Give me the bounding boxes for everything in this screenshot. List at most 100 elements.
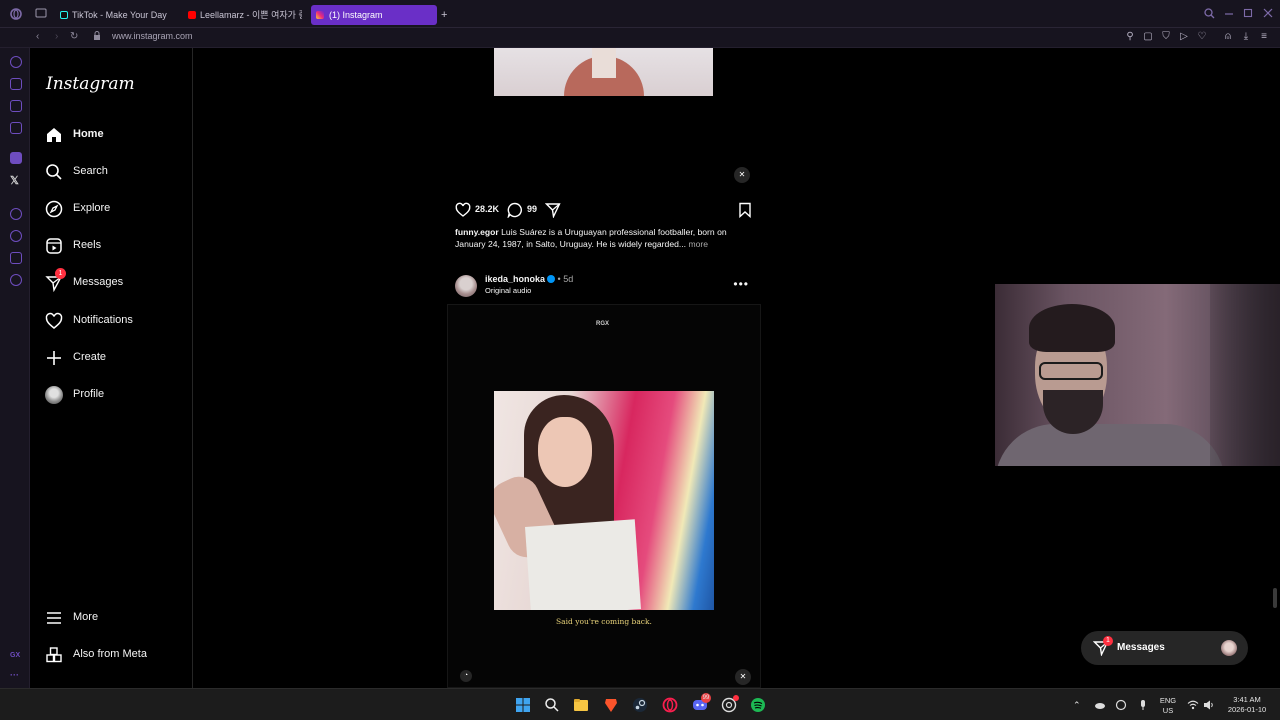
nav-home[interactable]: Home (45, 124, 185, 148)
tray-overflow-icon[interactable]: ⌃ (1073, 700, 1081, 710)
minimize-icon[interactable] (1224, 8, 1234, 21)
gx-logo-icon: GX (10, 652, 21, 659)
gx-control-icon[interactable] (10, 56, 22, 68)
taskbar: 99 ⌃ ENG US 3:41 AM 2026-01-10 (0, 688, 1280, 720)
nav-reels[interactable]: Reels (45, 235, 185, 259)
search-tabs-icon[interactable] (1204, 8, 1215, 22)
compass-icon (45, 200, 63, 218)
reload-icon[interactable]: ↻ (70, 31, 78, 42)
post-reel[interactable]: RGX Said you're coming back. ◔ ✕ (447, 304, 761, 688)
menu-icon[interactable]: ≡ (1258, 31, 1270, 43)
brave-icon[interactable] (603, 697, 619, 713)
post-options-icon[interactable]: ••• (733, 277, 749, 291)
settings-icon[interactable] (10, 274, 22, 286)
post-video[interactable]: ✕ (447, 48, 761, 192)
twitch-icon[interactable] (10, 152, 22, 164)
new-tab-button[interactable]: + (438, 5, 456, 25)
webcam-detail (1039, 362, 1103, 380)
tab-tiktok[interactable]: TikTok - Make Your Day (58, 5, 180, 25)
x-twitter-icon[interactable]: 𝕏 (10, 174, 19, 187)
maximize-icon[interactable] (1243, 8, 1253, 21)
download-icon[interactable]: ⤓ (1240, 31, 1252, 43)
comment-count[interactable]: 99 (527, 204, 537, 214)
youtube-icon (188, 11, 196, 19)
caption-more-link[interactable]: more (688, 239, 708, 249)
plus-icon (47, 351, 61, 365)
wifi-icon[interactable] (1187, 699, 1199, 711)
mute-icon[interactable]: ✕ (735, 669, 751, 685)
gx-mail-icon[interactable] (10, 122, 22, 134)
steam-icon[interactable] (632, 697, 648, 713)
instagram-logo[interactable]: Instagram (46, 74, 135, 94)
history-icon[interactable] (10, 230, 22, 242)
tab-instagram[interactable]: (1) Instagram (311, 5, 437, 25)
tab-workspace-icon[interactable] (35, 8, 47, 21)
play-icon[interactable]: ▷ (1178, 31, 1190, 43)
nav-notifications[interactable]: Notifications (45, 310, 185, 334)
windows-start-icon[interactable] (515, 697, 531, 713)
url-field[interactable]: www.instagram.com (112, 31, 193, 41)
reel-frame (494, 391, 714, 610)
messages-popup-button[interactable]: 1 Messages (1081, 631, 1248, 665)
caption-username[interactable]: funny.egor (455, 227, 499, 237)
messages-badge: 1 (55, 268, 66, 279)
forward-icon[interactable]: › (55, 31, 58, 42)
extensions-icon[interactable] (10, 252, 22, 264)
spotify-icon[interactable] (750, 697, 766, 713)
tab-youtube[interactable]: Leellamarz - 이쁜 여자가 좋아 (186, 5, 302, 25)
gx-player-icon[interactable] (10, 100, 22, 112)
discord-badge: 99 (701, 693, 711, 703)
tiktok-icon (60, 11, 68, 19)
nav-more[interactable]: More (45, 607, 185, 631)
bookmark-heart-icon[interactable]: ♡ (1196, 31, 1208, 43)
sidebar-more-icon[interactable]: ··· (10, 670, 19, 680)
share-icon[interactable] (545, 202, 561, 218)
opera-sidebar: 𝕏 GX ··· (0, 48, 30, 688)
pin-icon[interactable]: ⚲ (1124, 31, 1136, 43)
clock[interactable]: 3:41 AM 2026-01-10 (1222, 695, 1272, 715)
sync-icon[interactable] (1115, 699, 1127, 711)
like-count[interactable]: 28.2K (475, 204, 499, 214)
language-indicator[interactable]: ENG US (1155, 696, 1181, 716)
microphone-icon[interactable] (1137, 699, 1149, 711)
heart-icon (45, 312, 63, 329)
scrollbar[interactable] (1272, 48, 1278, 688)
frame-detail (524, 519, 642, 610)
post-username[interactable]: ikeda_honoka (485, 274, 545, 284)
video-subtitle: Said you're coming back. (556, 617, 652, 626)
avatar (45, 386, 63, 404)
volume-icon[interactable] (1203, 699, 1215, 711)
avatar[interactable] (455, 275, 477, 297)
like-icon[interactable] (455, 202, 471, 218)
tagged-users-icon[interactable]: ◔ (460, 670, 472, 682)
account-icon[interactable]: ⍝ (1222, 31, 1234, 43)
webcam-detail (1210, 284, 1280, 466)
lock-icon (93, 31, 101, 43)
shield-icon[interactable]: ⛉ (1160, 31, 1172, 43)
snapshot-icon[interactable]: ▢ (1142, 31, 1154, 43)
opera-gx-icon[interactable] (662, 697, 678, 713)
nav-also-from-meta[interactable]: Also from Meta (45, 644, 185, 668)
feed: ✕ 28.2K 99 funny.egor Luis Suárez is a U… (447, 48, 761, 688)
file-explorer-icon[interactable] (573, 697, 589, 713)
video-thumbnail (494, 48, 713, 96)
gx-corner-icon[interactable] (10, 78, 22, 90)
player-icon[interactable] (10, 208, 22, 220)
close-icon[interactable] (1263, 8, 1273, 21)
nav-explore[interactable]: Explore (45, 198, 185, 222)
save-icon[interactable] (737, 202, 753, 218)
audio-link[interactable]: Original audio (485, 286, 531, 295)
comment-icon[interactable] (507, 202, 523, 218)
nav-create[interactable]: Create (45, 347, 185, 371)
back-icon[interactable]: ‹ (36, 31, 39, 42)
nav-messages[interactable]: 1 Messages (45, 268, 185, 296)
mute-icon[interactable]: ✕ (734, 167, 750, 183)
search-icon[interactable] (544, 697, 560, 713)
nav-profile[interactable]: Profile (45, 384, 185, 408)
messages-badge: 1 (1103, 636, 1113, 646)
nav-search[interactable]: Search (45, 161, 185, 185)
onedrive-icon[interactable] (1094, 699, 1106, 711)
opera-logo-icon[interactable] (10, 8, 22, 23)
notification-dot (733, 695, 739, 701)
scrollbar-thumb[interactable] (1273, 588, 1277, 608)
